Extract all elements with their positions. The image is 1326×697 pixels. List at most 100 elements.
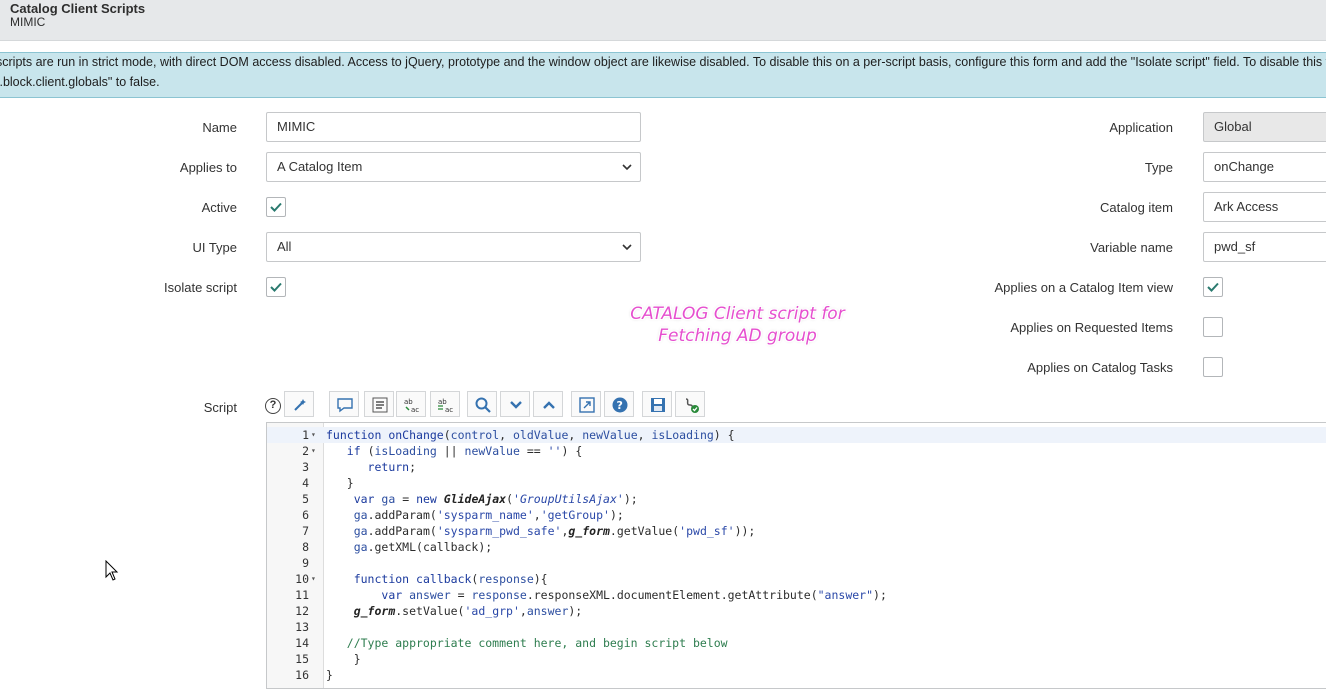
record-name: MIMIC [10,15,46,29]
mouse-cursor-icon [105,560,119,581]
applies-catalog-tasks-label: Applies on Catalog Tasks [1027,360,1173,375]
ui-type-select[interactable]: All [266,232,641,262]
isolate-script-label: Isolate script [164,280,237,295]
find-next-button[interactable] [500,391,530,417]
fold-toggle-icon[interactable]: ▾ [311,571,316,587]
name-label: Name [202,120,237,135]
magic-wand-icon [294,399,306,411]
align-lines-icon [372,397,388,413]
line-number: 13 [295,620,309,634]
format-text-button[interactable] [364,391,394,417]
code-line: 6 ga.addParam('sysparm_name','getGroup')… [267,507,1326,523]
svg-text:ab: ab [438,398,447,406]
help-icon[interactable]: ? [265,398,281,414]
code-text: } [326,476,354,490]
line-number: 5 [302,492,309,506]
annotation-line-1: CATALOG Client script for [630,304,845,324]
svg-text:ac: ac [411,406,419,414]
checkmark-icon [270,202,282,212]
line-number: 1 [302,428,309,442]
applies-to-select[interactable]: A Catalog Item [266,152,641,182]
code-text: function onChange(control, oldValue, new… [326,428,735,442]
applies-catalog-tasks-checkbox[interactable] [1203,357,1223,377]
code-line: 11 var answer = response.responseXML.doc… [267,587,1326,603]
fullscreen-button[interactable] [571,391,601,417]
ui-type-value: All [277,239,292,254]
script-debug-button[interactable] [675,391,705,417]
fold-toggle-icon[interactable]: ▾ [311,427,316,443]
line-number: 12 [295,604,309,618]
code-text: g_form.setValue('ad_grp',answer); [353,604,583,618]
line-number: 15 [295,652,309,666]
script-editor[interactable]: 1 ▾ function onChange(control, oldValue, n… [266,422,1326,689]
line-number: 7 [302,524,309,538]
notice-line-2: t.block.client.globals" to false. [0,75,160,89]
code-text: } [326,652,361,666]
active-label: Active [201,200,237,215]
code-text: var answer = response.responseXML.docume… [381,588,887,602]
line-number: 3 [302,460,309,474]
svg-text:ac: ac [445,406,453,414]
format-code-button[interactable] [284,391,314,417]
code-line: 9 [267,555,1326,571]
comment-button[interactable] [329,391,359,417]
replace-button[interactable]: ab ac [396,391,426,417]
fold-toggle-icon[interactable]: ▾ [311,443,316,459]
variable-name-label: Variable name [1090,240,1173,255]
applies-catalog-view-checkbox[interactable] [1203,277,1223,297]
name-field[interactable]: MIMIC [266,112,641,142]
code-line: 12 g_form.setValue('ad_grp',answer); [267,603,1326,619]
page-title: Catalog Client Scripts [10,1,146,16]
expand-icon [579,397,595,413]
code-line: 1 ▾ function onChange(control, oldValue, n… [267,427,1326,443]
annotation-text: CATALOG Client script for Fetching AD gr… [600,303,875,347]
chevron-down-icon [622,164,632,171]
script-check-icon [685,398,699,413]
notice-line-1: scripts are run in strict mode, with dir… [0,55,1326,69]
checkmark-icon [270,282,282,292]
replace-all-button[interactable]: ab ac [430,391,460,417]
line-number: 4 [302,476,309,490]
variable-name-field[interactable]: pwd_sf [1203,232,1326,262]
isolate-script-checkbox[interactable] [266,277,286,297]
save-button[interactable] [642,391,672,417]
applies-requested-items-checkbox[interactable] [1203,317,1223,337]
code-line: 7 ga.addParam('sysparm_pwd_safe',g_form.… [267,523,1326,539]
help-button[interactable]: ? [604,391,634,417]
code-text: } [326,668,333,682]
applies-requested-items-label: Applies on Requested Items [1010,320,1173,335]
search-button[interactable] [467,391,497,417]
code-text: ga.getXML(callback); [353,540,493,554]
code-line: 8 ga.getXML(callback); [267,539,1326,555]
form-header: Catalog Client Scripts MIMIC [0,0,1326,41]
code-line: 3 return; [267,459,1326,475]
code-text: //Type appropriate comment here, and beg… [326,636,728,650]
applies-catalog-view-label: Applies on a Catalog Item view [994,280,1173,295]
code-text: var ga = new GlideAjax('GroupUtilsAjax')… [353,492,638,506]
line-number: 14 [295,636,309,650]
line-number: 10 [295,572,309,586]
active-checkbox[interactable] [266,197,286,217]
code-line: 14 //Type appropriate comment here, and … [267,635,1326,651]
checkmark-icon [1207,282,1219,292]
application-label: Application [1109,120,1173,135]
type-select[interactable]: onChange [1203,152,1326,182]
chevron-down-icon [622,244,632,251]
chevron-up-icon [543,401,555,409]
code-text: if (isLoading || newValue == '') { [346,444,583,458]
catalog-item-label: Catalog item [1100,200,1173,215]
svg-text:ab: ab [404,398,413,406]
info-notice: scripts are run in strict mode, with dir… [0,52,1326,98]
catalog-item-field[interactable]: Ark Access [1203,192,1326,222]
code-line: 13 [267,619,1326,635]
save-icon [651,398,665,412]
svg-text:?: ? [617,399,623,412]
comment-icon [337,398,353,413]
line-number: 8 [302,540,309,554]
code-line: 10 ▾ function callback(response){ [267,571,1326,587]
code-line: 4 } [267,475,1326,491]
code-line: 2 ▾ if (isLoading || newValue == '') { [267,443,1326,459]
find-previous-button[interactable] [533,391,563,417]
applies-to-value: A Catalog Item [277,159,363,174]
code-text: ga.addParam('sysparm_pwd_safe',g_form.ge… [353,524,756,538]
